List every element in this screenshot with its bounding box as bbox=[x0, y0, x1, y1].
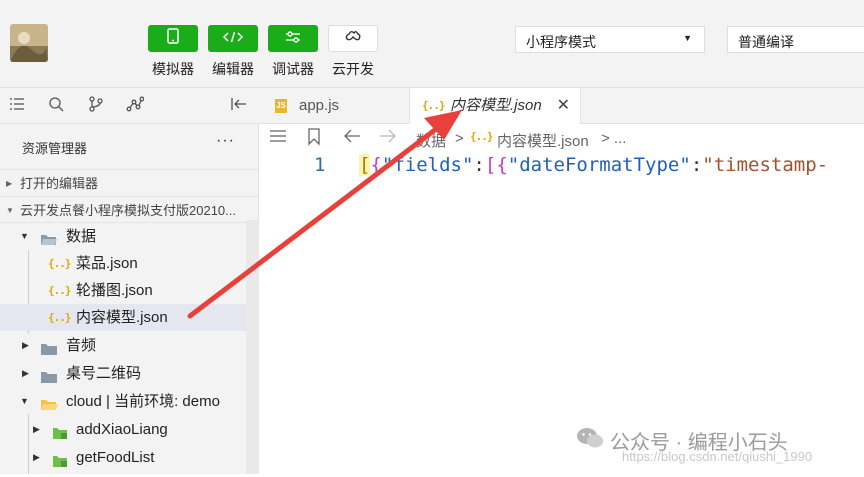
tree-item-label: addXiaoLiang bbox=[76, 421, 168, 438]
mode-select-value: 小程序模式 bbox=[526, 34, 596, 50]
chevron-right-icon: ▶ bbox=[33, 452, 40, 462]
file-explorer: 资源管理器 ··· ▶ 打开的编辑器 ▼ 云开发点餐小程序模拟支付版20210.… bbox=[0, 124, 259, 474]
simulator-button[interactable]: 模拟器 bbox=[148, 25, 198, 79]
chevron-down-icon: ▼ bbox=[20, 231, 29, 241]
breadcrumb-folder[interactable]: 数据 bbox=[416, 130, 446, 151]
tree-item-label: 音频 bbox=[66, 337, 97, 354]
phone-icon bbox=[167, 28, 179, 49]
search-icon[interactable] bbox=[48, 96, 64, 117]
compile-select-value: 普通编译 bbox=[738, 34, 794, 50]
tab-app-js[interactable]: JS app.js bbox=[259, 88, 409, 124]
line-number: 1 bbox=[314, 154, 326, 176]
code-bracket: [ bbox=[484, 154, 497, 176]
editor-tab-bar: JS app.js {..} 内容模型.json ✕ bbox=[259, 88, 864, 125]
caret-down-icon: ▼ bbox=[683, 33, 692, 43]
chevron-down-icon: ▼ bbox=[20, 396, 29, 406]
editor-button[interactable]: 编辑器 bbox=[208, 25, 258, 79]
tree-item-cloud-function[interactable]: ▶ getFoodList bbox=[0, 444, 259, 471]
cloud-icon bbox=[344, 29, 362, 48]
wechat-logo-icon bbox=[576, 427, 604, 454]
project-section[interactable]: ▼ 云开发点餐小程序模拟支付版20210... bbox=[0, 196, 259, 223]
code-line: [{"fields":[{"dateFormatType":"timestamp… bbox=[359, 154, 828, 176]
open-editors-section[interactable]: ▶ 打开的编辑器 bbox=[0, 169, 259, 196]
watermark-url: https://blog.csdn.net/qiushi_1990 bbox=[622, 449, 813, 464]
tree-item-label: getFoodList bbox=[76, 449, 155, 466]
editor-label: 编辑器 bbox=[212, 61, 254, 77]
js-file-icon: JS bbox=[275, 99, 287, 113]
code-key: "dateFormatType" bbox=[507, 154, 691, 176]
outline-icon[interactable] bbox=[269, 128, 287, 149]
tab-content-model-json[interactable]: {..} 内容模型.json ✕ bbox=[409, 88, 581, 125]
tree-item-label: 数据 bbox=[66, 228, 97, 245]
tree-item-cloud-folder[interactable]: ▼ cloud | 当前环境: demo bbox=[0, 388, 259, 415]
tree-item-cloud-function[interactable]: ▶ addXiaoLiang bbox=[0, 416, 259, 443]
code-colon: : bbox=[473, 154, 485, 176]
git-branch-icon[interactable] bbox=[88, 96, 104, 117]
open-editors-label: 打开的编辑器 bbox=[20, 176, 99, 191]
code-key: "fields" bbox=[381, 154, 474, 176]
tree-item-label: 内容模型.json bbox=[76, 309, 168, 326]
close-icon[interactable]: ✕ bbox=[557, 88, 570, 124]
chevron-right-icon: ▶ bbox=[33, 424, 40, 434]
code-string: "timestamp- bbox=[702, 154, 829, 176]
simulator-label: 模拟器 bbox=[152, 61, 194, 77]
breadcrumb: 数据 > {..} 内容模型.json > ... bbox=[259, 124, 864, 152]
tab-label: 内容模型.json bbox=[450, 97, 542, 114]
more-options-icon[interactable]: ··· bbox=[216, 132, 235, 150]
code-brace: { bbox=[496, 154, 508, 176]
cloud-dev-label: 云开发 bbox=[332, 61, 374, 77]
tree-item-qrcode-folder[interactable]: ▶ 桌号二维码 bbox=[0, 360, 259, 387]
list-icon[interactable] bbox=[9, 96, 25, 117]
tree-item-data-folder[interactable]: ▼ 数据 bbox=[0, 223, 259, 250]
tree-item-label: 轮播图.json bbox=[76, 282, 153, 299]
bookmark-icon[interactable] bbox=[307, 128, 321, 151]
tree-item-json-file-selected[interactable]: {..} 内容模型.json bbox=[0, 304, 259, 331]
collapse-panel-icon[interactable] bbox=[230, 96, 248, 117]
sidebar-icon-bar bbox=[0, 88, 259, 124]
top-toolbar: 模拟器 编辑器 调试器 云开发 小程序模式 ▼ 普通编译 bbox=[0, 0, 864, 88]
user-avatar[interactable] bbox=[10, 24, 48, 62]
breadcrumb-tail: > ... bbox=[601, 130, 627, 147]
cloud-function-icon bbox=[52, 450, 68, 477]
tree-item-json-file[interactable]: {..} 菜品.json bbox=[0, 250, 259, 277]
chevron-right-icon: ▶ bbox=[22, 368, 29, 378]
chevron-right-icon: ▶ bbox=[6, 179, 13, 188]
tree-item-audio-folder[interactable]: ▶ 音频 bbox=[0, 332, 259, 359]
json-file-icon: {..} bbox=[48, 257, 71, 270]
code-colon: : bbox=[690, 154, 703, 176]
json-file-icon: {..} bbox=[470, 130, 493, 143]
json-file-icon: {..} bbox=[48, 284, 71, 297]
tree-item-label: 桌号二维码 bbox=[66, 365, 142, 382]
tab-label: app.js bbox=[299, 97, 340, 114]
project-label: 云开发点餐小程序模拟支付版20210... bbox=[20, 203, 236, 218]
breadcrumb-file[interactable]: 内容模型.json bbox=[497, 130, 589, 151]
tree-item-label: cloud | 当前环境: demo bbox=[66, 393, 220, 410]
debugger-label: 调试器 bbox=[272, 61, 314, 77]
compile-select[interactable]: 普通编译 bbox=[727, 26, 864, 53]
debug-icon bbox=[285, 30, 301, 48]
debugger-button[interactable]: 调试器 bbox=[268, 25, 318, 79]
chevron-down-icon: ▼ bbox=[6, 206, 14, 215]
code-brace: { bbox=[370, 154, 382, 176]
tree-item-json-file[interactable]: {..} 轮播图.json bbox=[0, 277, 259, 304]
breadcrumb-separator: > bbox=[455, 130, 464, 147]
tree-item-label: 菜品.json bbox=[76, 255, 138, 272]
cloud-dev-button[interactable]: 云开发 bbox=[328, 25, 378, 79]
explorer-title: 资源管理器 bbox=[22, 141, 88, 156]
json-file-icon: {..} bbox=[422, 99, 445, 112]
chevron-right-icon: ▶ bbox=[22, 340, 29, 350]
code-icon bbox=[222, 30, 244, 48]
back-arrow-icon[interactable] bbox=[343, 128, 361, 149]
json-file-icon: {..} bbox=[48, 311, 71, 324]
code-bracket: [ bbox=[359, 154, 371, 176]
sidebar-scrollbar[interactable] bbox=[246, 220, 259, 474]
mode-select[interactable]: 小程序模式 ▼ bbox=[515, 26, 705, 53]
graph-icon[interactable] bbox=[126, 96, 145, 117]
forward-arrow-icon[interactable] bbox=[379, 128, 397, 149]
